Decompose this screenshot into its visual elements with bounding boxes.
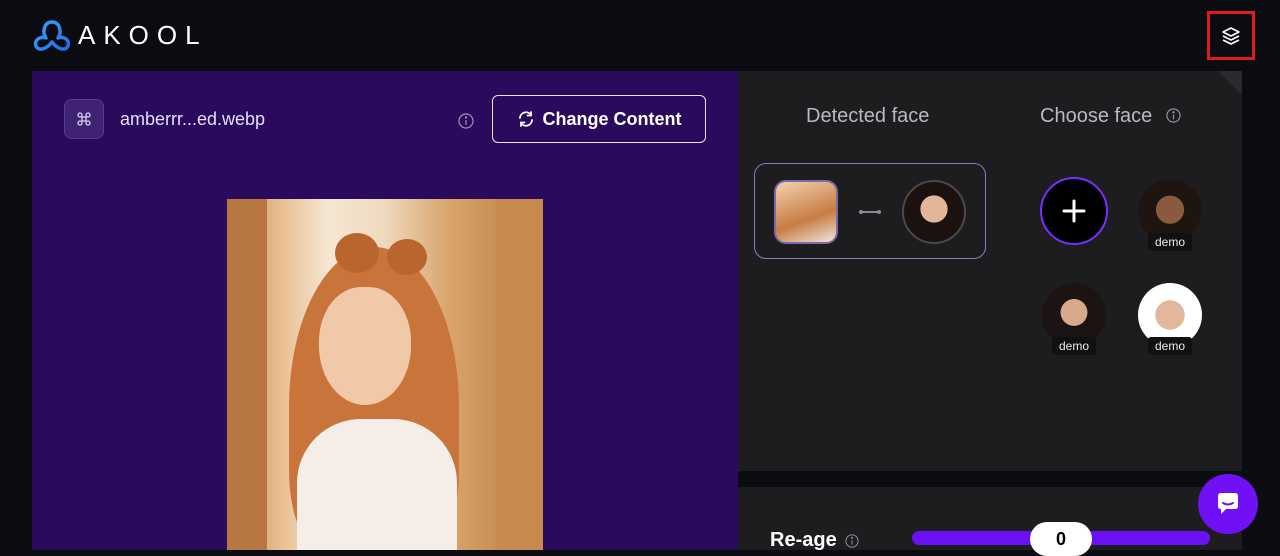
source-content-panel: amberrr...ed.webp Change Content xyxy=(32,71,738,550)
face-selection-panel: Detected face Choose face demo demo demo xyxy=(738,71,1242,471)
curtain-left xyxy=(227,199,267,550)
demo-tag: demo xyxy=(1147,337,1193,355)
detected-face-card[interactable] xyxy=(754,163,986,259)
file-type-badge xyxy=(64,99,104,139)
demo-face-2[interactable]: demo xyxy=(1042,283,1106,355)
add-face-button[interactable] xyxy=(1040,177,1108,245)
akool-logo-icon xyxy=(33,20,71,51)
layers-button[interactable] xyxy=(1207,11,1255,60)
demo-tag: demo xyxy=(1147,233,1193,251)
detected-face-thumbnail xyxy=(774,180,838,244)
reage-label: Re-age xyxy=(770,529,837,551)
brand-name: AKOOL xyxy=(78,19,208,50)
detected-face-title: Detected face xyxy=(806,105,930,127)
info-icon[interactable] xyxy=(845,534,859,548)
demo-tag: demo xyxy=(1051,337,1097,355)
portrait-dress xyxy=(297,419,457,550)
demo-face-1[interactable]: demo xyxy=(1138,179,1202,251)
change-content-button[interactable]: Change Content xyxy=(492,95,706,143)
arrow-right-icon xyxy=(859,210,881,214)
brand-logo[interactable]: AKOOL xyxy=(32,18,208,52)
command-icon xyxy=(77,112,91,126)
portrait-bun-right xyxy=(387,239,427,275)
info-icon[interactable] xyxy=(1166,108,1181,123)
support-chat-button[interactable] xyxy=(1198,474,1258,534)
file-name: amberrr...ed.webp xyxy=(120,109,266,129)
portrait-face xyxy=(319,287,411,405)
demo-face-3[interactable]: demo xyxy=(1138,283,1202,355)
target-face-thumbnail xyxy=(902,180,966,244)
adjustments-panel: Re-age 0 xyxy=(738,487,1242,556)
curtain-right xyxy=(497,199,543,550)
choose-face-title: Choose face xyxy=(1040,105,1153,127)
portrait-bun-left xyxy=(335,233,379,273)
source-image xyxy=(227,199,543,550)
change-content-label: Change Content xyxy=(542,108,682,129)
refresh-icon xyxy=(518,111,533,127)
top-bar: AKOOL xyxy=(0,0,1280,71)
panel-corner-fold xyxy=(1218,71,1242,95)
chat-bubble-icon xyxy=(1218,493,1238,514)
layers-icon xyxy=(1222,26,1240,45)
plus-icon xyxy=(1062,199,1086,223)
info-icon[interactable] xyxy=(458,113,474,129)
reage-slider-thumb[interactable]: 0 xyxy=(1030,522,1092,556)
